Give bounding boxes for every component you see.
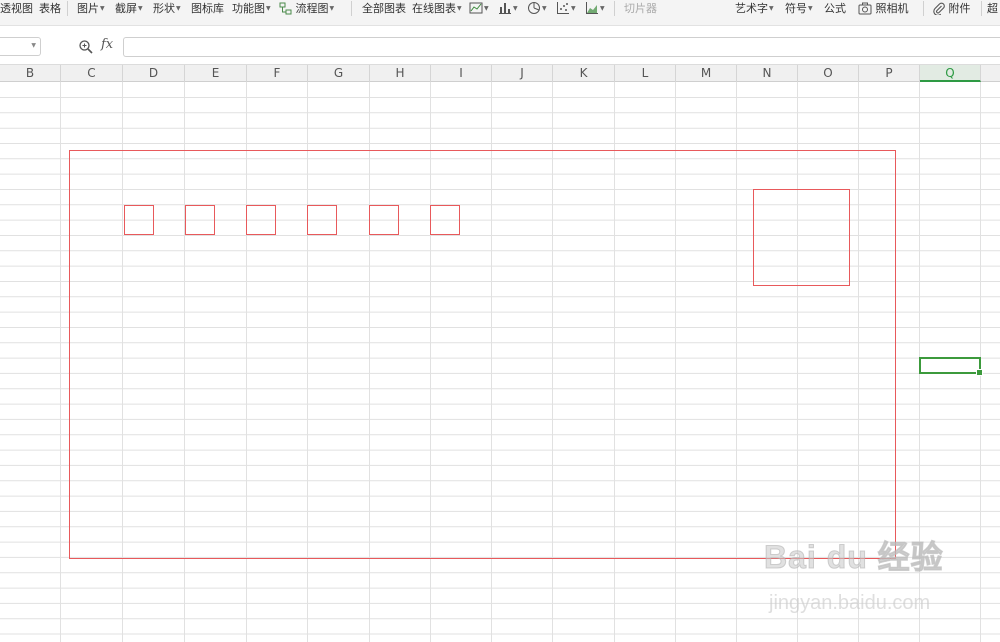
postcode-box-2[interactable] (185, 205, 215, 235)
chevron-down-icon: ▼ (808, 5, 813, 12)
selected-cell[interactable] (919, 357, 983, 376)
insert-ribbon-toolbar: 透视图 表格 图片▼ 截屏▼ 形状▼ 图标库 功能图▼ 流程图▼ 全部图表 在线… (0, 0, 1000, 26)
column-header-e[interactable]: E (185, 65, 247, 82)
column-header-i[interactable]: I (431, 65, 492, 82)
stamp-box-rectangle[interactable] (753, 189, 850, 286)
all-charts-button[interactable]: 全部图表 (362, 0, 406, 18)
table-button[interactable]: 表格 (39, 0, 61, 18)
toolbar-divider (351, 1, 352, 16)
function-chart-button[interactable]: 功能图▼ (232, 0, 271, 18)
chevron-down-icon: ▼ (329, 5, 335, 12)
scatter-chart-button[interactable]: ▼ (556, 0, 576, 18)
column-header-m[interactable]: M (676, 65, 737, 82)
screenshot-button[interactable]: 截屏▼ (115, 0, 143, 18)
column-header-n[interactable]: N (737, 65, 798, 82)
column-header-d[interactable]: D (123, 65, 185, 82)
chevron-down-icon: ▼ (513, 5, 518, 12)
paperclip-icon (933, 2, 945, 15)
zoom-icon[interactable] (78, 39, 94, 55)
column-header-b[interactable]: B (0, 65, 61, 82)
column-header-c[interactable]: C (61, 65, 123, 82)
bar-chart-icon (499, 3, 511, 14)
postcode-box-5[interactable] (369, 205, 399, 235)
hyperlink-button[interactable]: 超 (987, 0, 998, 18)
bar-chart-button[interactable]: ▼ (498, 0, 518, 18)
column-header-h[interactable]: H (370, 65, 431, 82)
chevron-down-icon: ▼ (31, 42, 36, 49)
symbol-button[interactable]: 符号▼ (785, 0, 813, 18)
formula-input[interactable] (123, 37, 1000, 57)
column-header-l[interactable]: L (615, 65, 676, 82)
line-chart-button[interactable]: ▼ (469, 0, 489, 18)
toolbar-divider (614, 1, 615, 16)
column-header-g[interactable]: G (308, 65, 370, 82)
name-box[interactable]: ▼ (0, 37, 41, 56)
pie-chart-icon (528, 2, 540, 14)
fill-handle[interactable] (976, 369, 983, 376)
area-chart-icon (586, 2, 598, 14)
column-header-p[interactable]: P (859, 65, 920, 82)
chevron-down-icon: ▼ (100, 5, 105, 12)
postcode-box-1[interactable] (124, 205, 154, 235)
chevron-down-icon: ▼ (266, 5, 271, 12)
attachment-button[interactable]: 附件 (933, 0, 971, 18)
chevron-down-icon: ▼ (176, 5, 181, 12)
chevron-down-icon: ▼ (138, 5, 143, 12)
chevron-down-icon: ▼ (769, 5, 774, 12)
line-chart-icon (469, 2, 483, 14)
slicer-button[interactable]: 切片器 (624, 0, 657, 18)
formula-bar: ▼ fx (0, 36, 1000, 58)
toolbar-divider (67, 1, 68, 16)
toolbar-divider (981, 1, 982, 16)
pivot-chart-button[interactable]: 透视图 (0, 0, 33, 18)
column-header-k[interactable]: K (553, 65, 615, 82)
column-header-f[interactable]: F (247, 65, 308, 82)
area-chart-button[interactable]: ▼ (585, 0, 605, 18)
shapes-button[interactable]: 形状▼ (153, 0, 181, 18)
chevron-down-icon: ▼ (484, 5, 489, 12)
online-chart-button[interactable]: 在线图表▼ (412, 0, 462, 18)
postcode-box-3[interactable] (246, 205, 276, 235)
flowchart-button[interactable]: 流程图▼ (279, 0, 334, 18)
camera-icon (858, 2, 872, 15)
insert-function-button[interactable]: fx (101, 37, 113, 52)
chevron-down-icon: ▼ (600, 5, 605, 12)
picture-button[interactable]: 图片▼ (77, 0, 105, 18)
equation-button[interactable]: 公式 (824, 0, 846, 18)
word-art-button[interactable]: 艺术字▼ (735, 0, 774, 18)
icon-library-button[interactable]: 图标库 (191, 0, 224, 18)
flowchart-icon (279, 2, 292, 15)
column-header-j[interactable]: J (492, 65, 553, 82)
column-header-bar: BCDEFGHIJKLMNOPQ (0, 64, 1000, 82)
postcode-box-6[interactable] (430, 205, 460, 235)
chevron-down-icon: ▼ (571, 5, 576, 12)
column-header-o[interactable]: O (798, 65, 859, 82)
postcode-box-4[interactable] (307, 205, 337, 235)
camera-button[interactable]: 照相机 (858, 0, 909, 18)
chevron-down-icon: ▼ (457, 5, 462, 12)
chevron-down-icon: ▼ (542, 5, 547, 12)
pie-chart-button[interactable]: ▼ (527, 0, 547, 18)
column-header-q[interactable]: Q (920, 65, 981, 82)
toolbar-divider (923, 1, 924, 16)
scatter-chart-icon (557, 2, 569, 14)
